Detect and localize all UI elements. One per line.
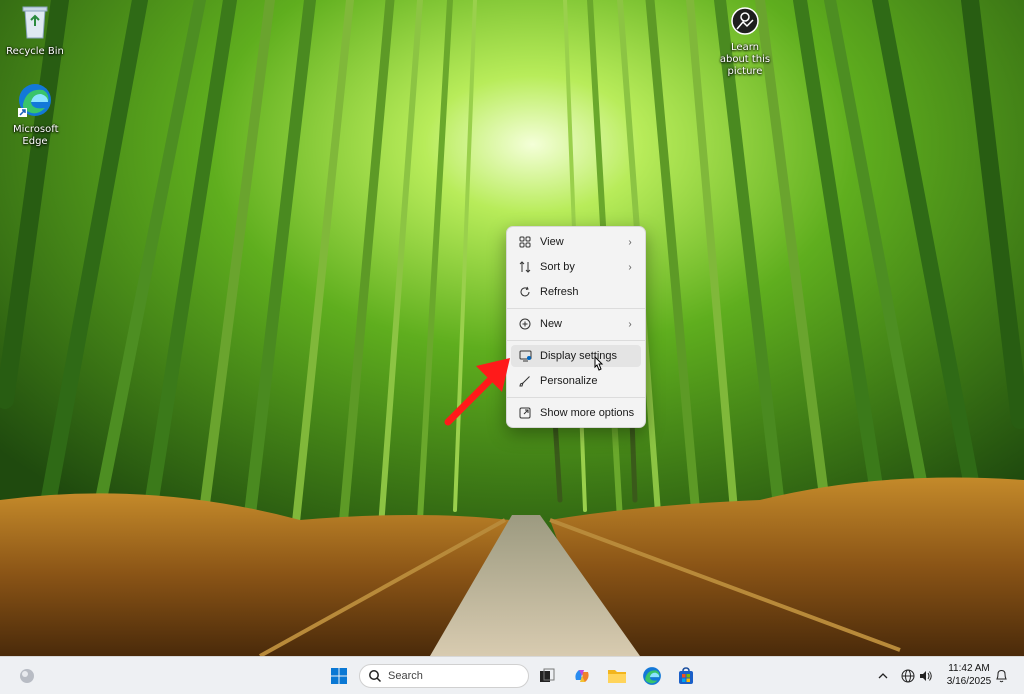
plus-circle-icon [518,317,532,331]
brush-icon [518,374,532,388]
menu-item-sort-by[interactable]: Sort by › [511,256,641,278]
taskbar-search-box[interactable]: Search [359,664,529,688]
start-button[interactable] [325,662,353,690]
menu-item-personalize[interactable]: Personalize [511,370,641,392]
red-annotation-arrow-icon [440,352,520,436]
edge-icon [0,82,70,122]
mouse-cursor-icon [591,355,605,377]
chevron-right-icon: › [628,261,632,273]
chevron-right-icon: › [628,236,632,248]
menu-item-refresh[interactable]: Refresh [511,281,641,303]
sort-icon [518,260,532,274]
copilot-button[interactable] [568,662,596,690]
microsoft-edge-label: Microsoft Edge [13,124,59,147]
menu-item-new[interactable]: New › [511,313,641,335]
menu-item-view[interactable]: View › [511,231,641,253]
menu-item-label: Refresh [540,286,579,298]
more-options-icon [518,406,532,420]
menu-item-label: New [540,318,563,330]
bell-icon [995,669,1007,683]
chevron-up-icon [878,673,888,679]
search-icon [369,670,382,683]
widgets-button[interactable] [13,662,41,690]
learn-about-picture-label: Learn about this picture [719,42,771,77]
grid-view-icon [518,235,532,249]
network-button[interactable] [900,668,916,684]
taskbar: Search 11:42 AM 3/16/2025 [0,656,1024,694]
learn-about-picture-shortcut[interactable]: Learn about this picture [710,6,780,78]
desktop-context-menu: View › Sort by › Refresh New › Display s… [506,226,646,428]
microsoft-edge-shortcut[interactable]: Microsoft Edge [0,82,70,148]
widgets-icon [20,669,34,683]
menu-item-display-settings[interactable]: Display settings [511,345,641,367]
search-placeholder: Search [388,670,423,682]
refresh-icon [518,285,532,299]
notifications-button[interactable] [993,668,1009,684]
task-view-button[interactable] [533,662,561,690]
speaker-icon [920,671,932,681]
menu-item-label: Sort by [540,261,575,273]
menu-separator [507,308,645,309]
globe-icon [901,669,915,683]
show-hidden-icons-button[interactable] [875,668,891,684]
menu-separator [507,397,645,398]
task-view-icon [540,668,555,682]
edge-taskbar-button[interactable] [638,662,666,690]
file-explorer-button[interactable] [603,662,631,690]
recycle-bin-label: Recycle Bin [6,46,64,57]
display-icon [518,349,532,363]
menu-item-show-more-options[interactable]: Show more options [511,402,641,424]
recycle-bin-icon [0,4,70,44]
chevron-right-icon: › [628,318,632,330]
menu-item-label: View [540,236,564,248]
menu-item-label: Show more options [540,407,635,419]
edge-icon [643,667,661,685]
copilot-icon [575,670,589,682]
recycle-bin-shortcut[interactable]: Recycle Bin [0,4,70,58]
camera-info-icon [710,6,780,40]
store-button[interactable] [672,662,700,690]
volume-button[interactable] [918,668,934,684]
file-explorer-icon [608,670,626,683]
menu-separator [507,340,645,341]
start-icon [331,668,347,684]
store-icon [679,667,693,684]
